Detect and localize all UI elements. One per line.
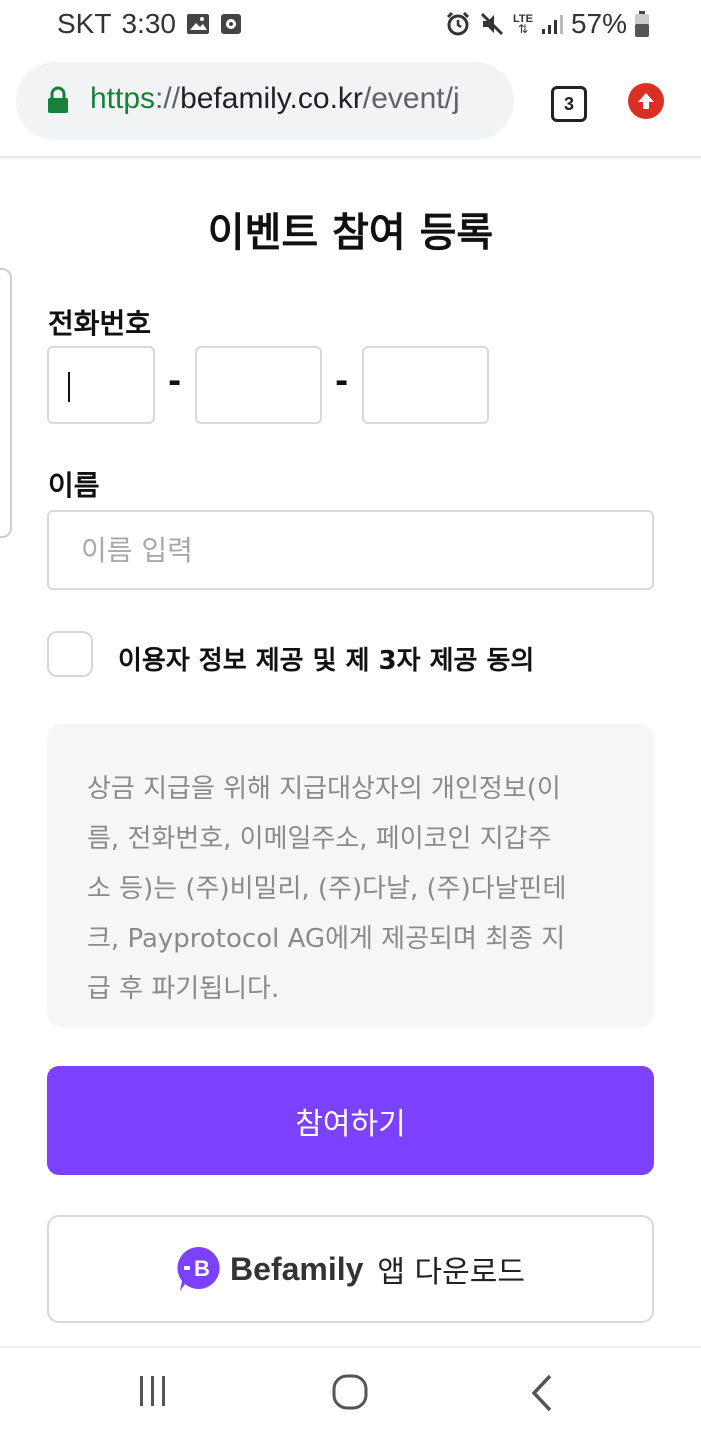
phone-part-2-input[interactable] [195, 346, 322, 424]
toolbar-shadow [0, 156, 701, 160]
url-path: /event/j [362, 82, 460, 115]
brand-name: Befamily [230, 1250, 364, 1287]
status-bar: SKT 3:30 LTE ⇅ 57% [0, 0, 701, 50]
carrier-name: SKT [57, 8, 112, 39]
agree-checkbox[interactable] [47, 631, 93, 677]
lock-icon[interactable] [46, 86, 70, 114]
notice-line: 크, Payprotocol AG에게 제공되며 최종 지 [87, 924, 566, 954]
status-right: LTE ⇅ 57% [445, 8, 649, 40]
battery-percent: 57% [570, 8, 627, 39]
agree-label[interactable]: 이용자 정보 제공 및 제 3자 제공 동의 [118, 640, 534, 677]
edge-panel-handle[interactable] [0, 268, 12, 538]
submit-button[interactable]: 참여하기 [47, 1066, 654, 1175]
home-icon[interactable] [331, 1374, 369, 1414]
svg-text:B: B [194, 1256, 210, 1281]
lte-icon: LTE ⇅ [512, 13, 533, 36]
arrow-up-icon [638, 93, 654, 109]
system-nav-bar [0, 1348, 701, 1440]
mute-icon [479, 11, 505, 37]
url-separator: :// [155, 82, 181, 115]
status-left: SKT 3:30 [57, 8, 242, 40]
download-label: 앱 다운로드 [377, 1255, 525, 1290]
notice-line: 름, 전화번호, 이메일주소, 페이코인 지갑주 [87, 824, 552, 854]
address-bar[interactable]: https://befamily.co.kr/event/j [16, 62, 514, 140]
recent-apps-icon[interactable] [136, 1374, 170, 1412]
name-label: 이름 [48, 469, 100, 502]
text-cursor [68, 372, 70, 402]
clock: 3:30 [121, 8, 176, 39]
app-download-button[interactable]: B Befamily 앱 다운로드 [47, 1215, 654, 1323]
tab-switcher-button[interactable]: 3 [551, 86, 587, 122]
gallery-notification-icon [186, 13, 210, 35]
phone-part-1-input[interactable] [47, 346, 155, 424]
notice-line: 상금 지급을 위해 지급대상자의 개인정보(이 [87, 774, 561, 804]
back-icon[interactable] [528, 1374, 558, 1416]
befamily-logo-icon: B [176, 1245, 222, 1293]
alarm-icon [445, 11, 471, 37]
page-title: 이벤트 참여 등록 [207, 210, 494, 256]
phone-separator: - [335, 362, 349, 400]
signal-icon [541, 13, 563, 35]
url-text[interactable]: https://befamily.co.kr/event/j [90, 82, 460, 116]
browser-toolbar: https://befamily.co.kr/event/j 3 [0, 50, 701, 156]
phone-separator: - [168, 362, 182, 400]
screen-recorder-notification-icon [220, 13, 242, 35]
notice-line: 소 등)는 (주)비밀리, (주)다날, (주)다날핀테 [87, 874, 567, 904]
phone-label: 전화번호 [48, 307, 152, 340]
notice-line: 급 후 파기됩니다. [87, 974, 280, 1004]
url-host: befamily.co.kr [180, 82, 363, 115]
update-button[interactable] [628, 83, 664, 119]
name-input[interactable] [47, 510, 654, 590]
phone-part-3-input[interactable] [362, 346, 489, 424]
url-scheme: https [90, 82, 156, 115]
privacy-notice: 상금 지급을 위해 지급대상자의 개인정보(이 름, 전화번호, 이메일주소, … [47, 724, 654, 1027]
battery-icon [635, 11, 649, 37]
